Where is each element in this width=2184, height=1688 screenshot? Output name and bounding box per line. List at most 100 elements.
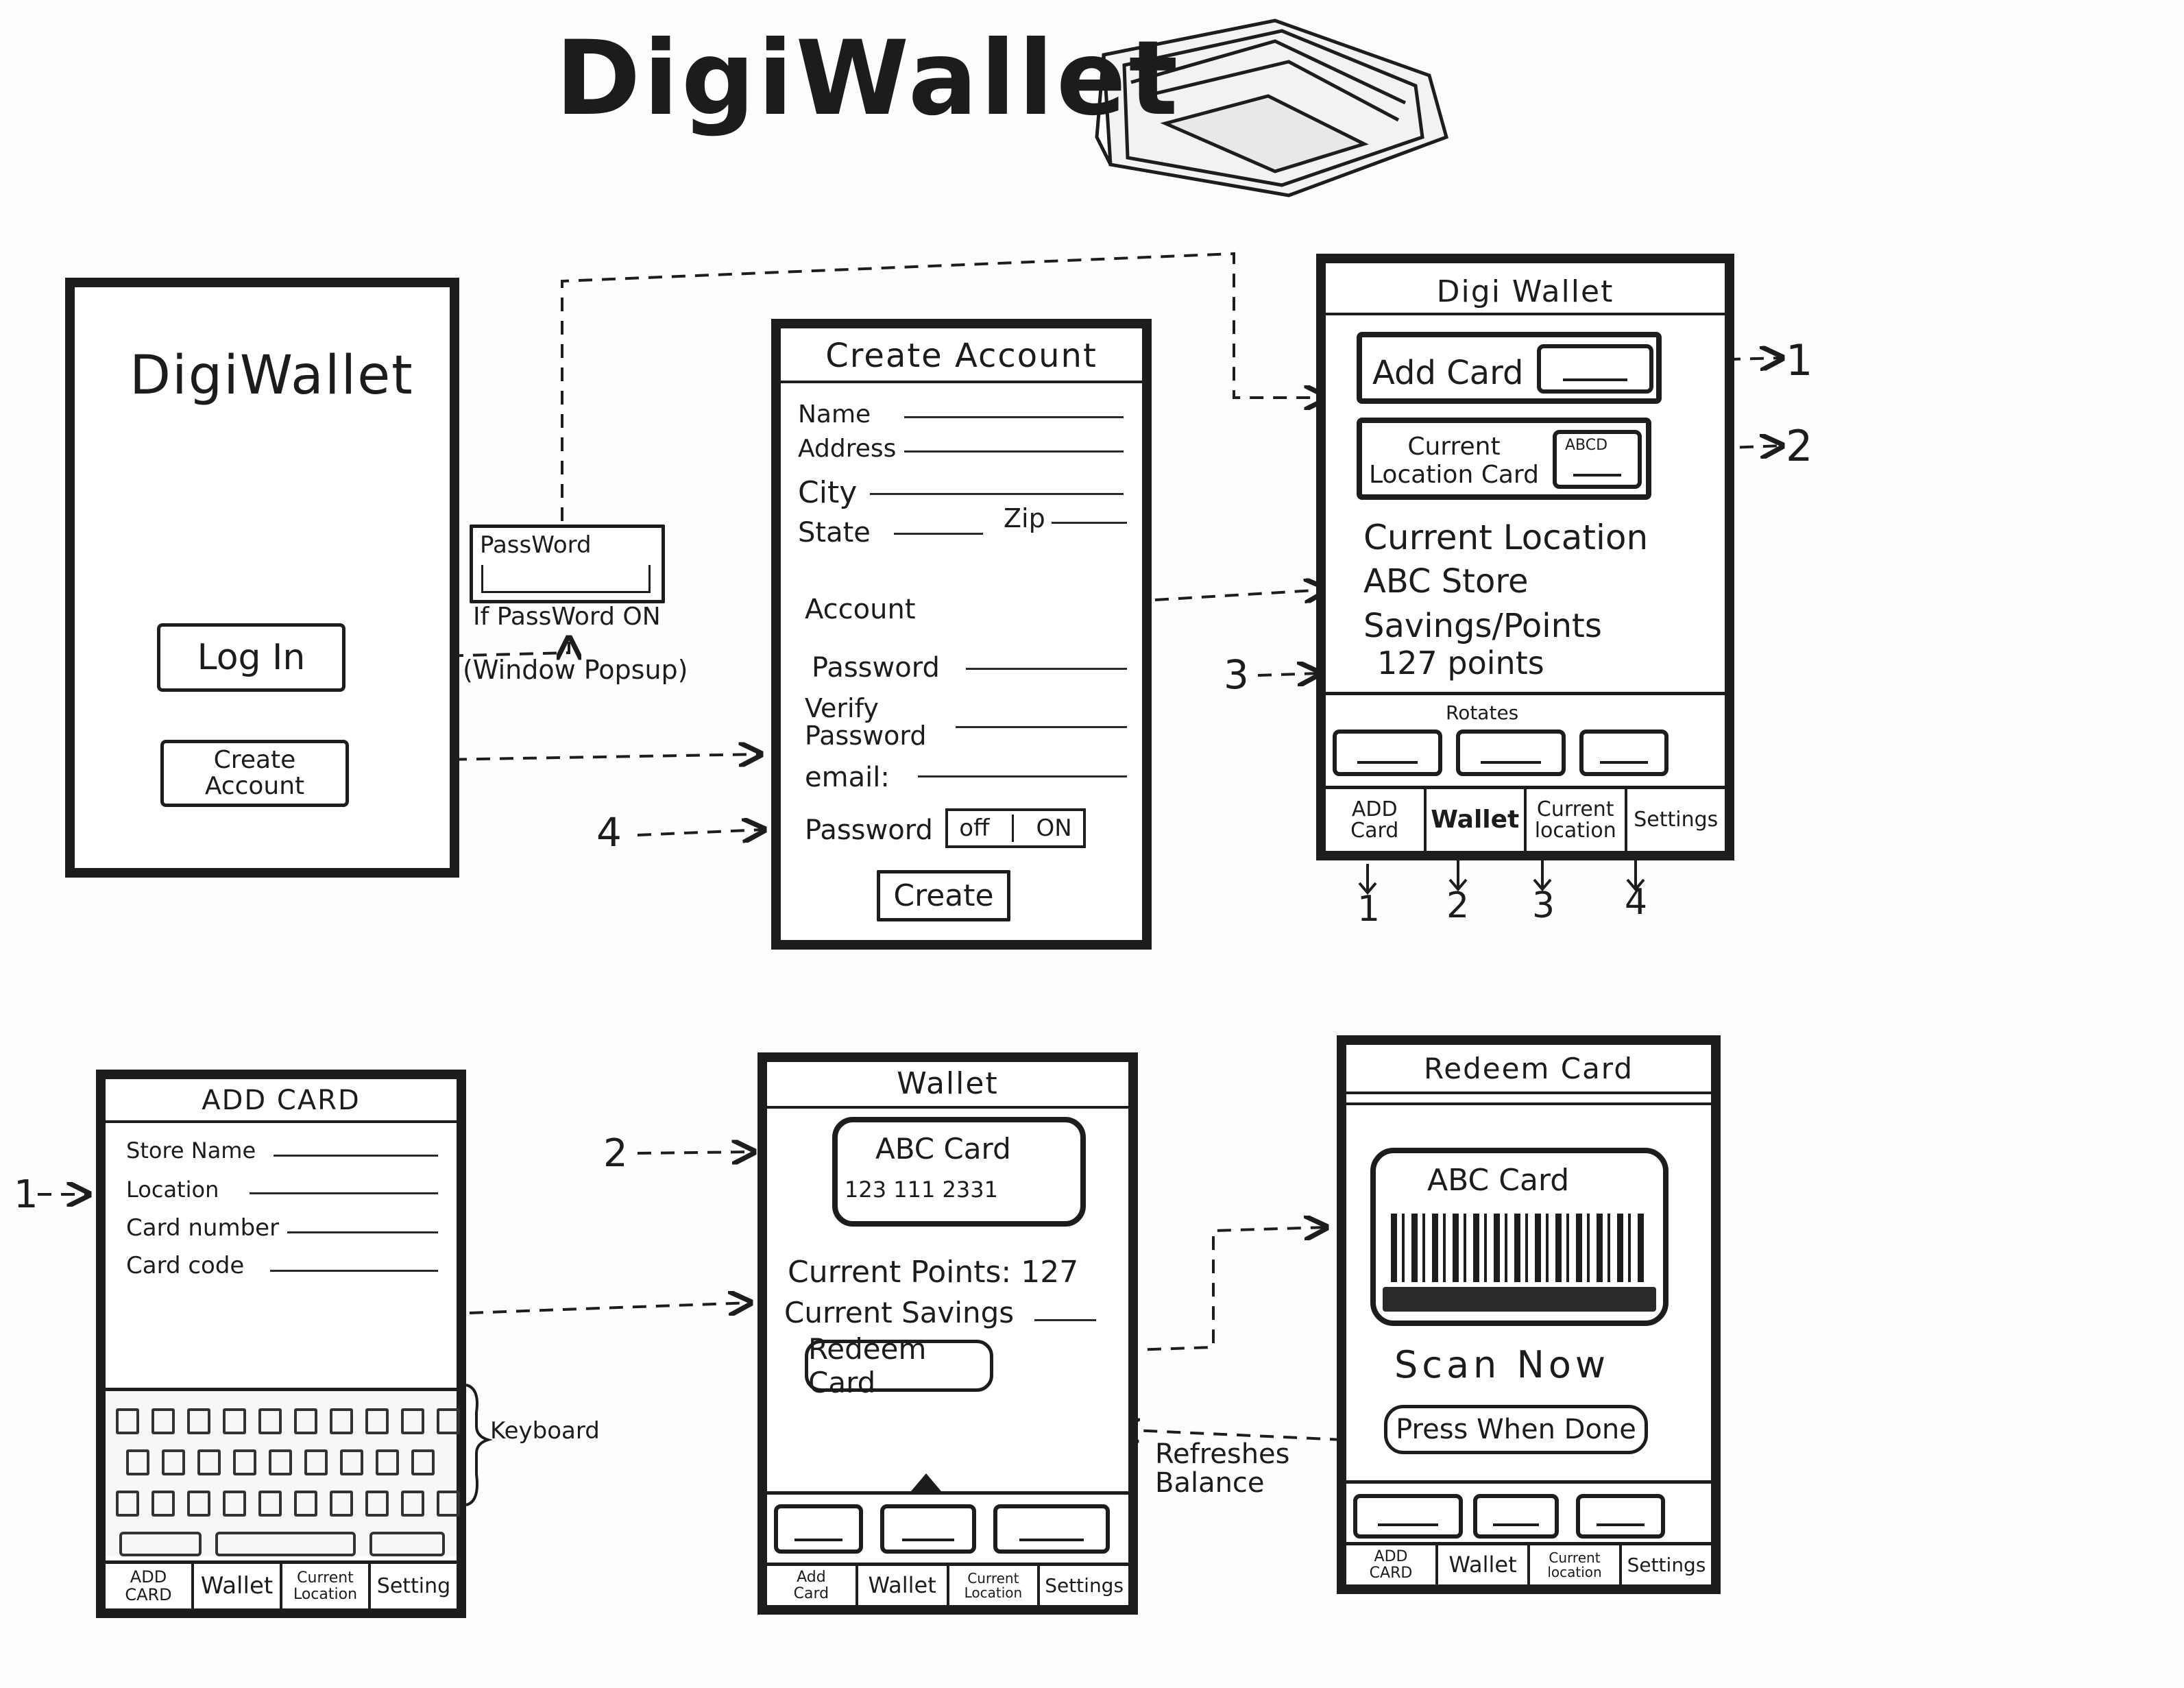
press-when-done-button[interactable]: Press When Done bbox=[1384, 1405, 1648, 1454]
password-popup-label: PassWord bbox=[480, 531, 592, 559]
current-points: Current Points: 127 bbox=[788, 1255, 1079, 1290]
email-field[interactable] bbox=[918, 775, 1127, 777]
verify-password-field[interactable] bbox=[956, 726, 1127, 728]
card-number-field[interactable] bbox=[287, 1231, 438, 1233]
toggle-on[interactable]: ON bbox=[1036, 815, 1072, 842]
keyboard-shift-key[interactable] bbox=[119, 1532, 202, 1556]
key[interactable] bbox=[340, 1449, 363, 1475]
key[interactable] bbox=[365, 1408, 389, 1434]
tab-wallet[interactable]: Wallet bbox=[858, 1566, 949, 1605]
key[interactable] bbox=[223, 1408, 246, 1434]
key[interactable] bbox=[187, 1408, 210, 1434]
location-card-thumb[interactable]: ABCD bbox=[1553, 430, 1642, 489]
password-toggle[interactable]: off ON bbox=[945, 808, 1086, 848]
key[interactable] bbox=[304, 1449, 328, 1475]
card-code-field[interactable] bbox=[270, 1270, 438, 1272]
redeem-card-slot-1[interactable] bbox=[1353, 1494, 1463, 1539]
key[interactable] bbox=[116, 1491, 139, 1517]
tab-current-location[interactable]: Current location bbox=[1530, 1545, 1622, 1584]
rotating-card-3[interactable] bbox=[1579, 730, 1669, 776]
key[interactable] bbox=[258, 1491, 282, 1517]
wallet-card-slot-2[interactable] bbox=[880, 1504, 976, 1554]
wallet-card-name: ABC Card bbox=[875, 1132, 1011, 1166]
create-account-button[interactable]: Create Account bbox=[160, 740, 349, 807]
state-field[interactable] bbox=[894, 533, 983, 535]
key[interactable] bbox=[330, 1491, 353, 1517]
name-field[interactable] bbox=[904, 416, 1124, 418]
city-field[interactable] bbox=[870, 493, 1124, 495]
key[interactable] bbox=[437, 1408, 460, 1434]
key[interactable] bbox=[294, 1408, 317, 1434]
account-heading: Account bbox=[805, 594, 916, 625]
wallet-card-slot-1[interactable] bbox=[774, 1504, 863, 1554]
home-tabbar: ADD Card Wallet Current location Setting… bbox=[1326, 786, 1725, 851]
key[interactable] bbox=[437, 1491, 460, 1517]
redeem-card-name: ABC Card bbox=[1427, 1163, 1570, 1198]
password-label: Password bbox=[812, 652, 940, 684]
current-location-heading: Current Location bbox=[1363, 518, 1649, 557]
tab-add-card[interactable]: ADD Card bbox=[1326, 789, 1427, 851]
toggle-off[interactable]: off bbox=[959, 815, 989, 842]
wallet-drawer-handle[interactable] bbox=[911, 1473, 941, 1491]
tab-wallet[interactable]: Wallet bbox=[1438, 1545, 1530, 1584]
keyboard-space-key[interactable] bbox=[215, 1532, 356, 1556]
redeem-card-slot-2[interactable] bbox=[1473, 1494, 1559, 1539]
address-field[interactable] bbox=[904, 450, 1124, 453]
location-field[interactable] bbox=[250, 1192, 438, 1194]
key[interactable] bbox=[330, 1408, 353, 1434]
create-account-title: Create Account bbox=[781, 337, 1142, 383]
key[interactable] bbox=[365, 1491, 389, 1517]
tab-setting[interactable]: Setting bbox=[371, 1564, 457, 1608]
key[interactable] bbox=[187, 1491, 210, 1517]
key[interactable] bbox=[376, 1449, 399, 1475]
key[interactable] bbox=[269, 1449, 292, 1475]
wallet-card-number: 123 111 2331 bbox=[845, 1177, 998, 1203]
keyboard-return-key[interactable] bbox=[369, 1532, 445, 1556]
redeem-card-slot-3[interactable] bbox=[1576, 1494, 1665, 1539]
wallet-card-slot-3[interactable] bbox=[993, 1504, 1110, 1554]
key[interactable] bbox=[294, 1491, 317, 1517]
tab-settings[interactable]: Settings bbox=[1627, 789, 1725, 851]
store-name-field[interactable] bbox=[274, 1155, 438, 1157]
wallet-card[interactable]: ABC Card 123 111 2331 bbox=[832, 1117, 1086, 1227]
keyboard[interactable] bbox=[106, 1388, 460, 1556]
add-card-thumb[interactable] bbox=[1537, 344, 1653, 394]
password-field[interactable] bbox=[966, 668, 1127, 670]
tab-add-card[interactable]: Add Card bbox=[767, 1566, 858, 1605]
add-card-screen: ADD CARD Store Name Location Card number… bbox=[96, 1070, 466, 1618]
key[interactable] bbox=[197, 1449, 221, 1475]
current-location-card-row[interactable]: Current Location Card ABCD bbox=[1357, 418, 1651, 500]
key[interactable] bbox=[233, 1449, 256, 1475]
key[interactable] bbox=[258, 1408, 282, 1434]
tab-current-location[interactable]: Current Location bbox=[949, 1566, 1041, 1605]
tab-add-card[interactable]: ADD CARD bbox=[1346, 1545, 1438, 1584]
password-popup-note-2: (Window Popsup) bbox=[463, 655, 688, 685]
home-annotation-2: 2 bbox=[1786, 421, 1813, 471]
create-button[interactable]: Create bbox=[877, 870, 1010, 921]
key[interactable] bbox=[126, 1449, 149, 1475]
login-button[interactable]: Log In bbox=[157, 623, 345, 692]
key[interactable] bbox=[151, 1408, 175, 1434]
tab-current-location[interactable]: Current location bbox=[1527, 789, 1627, 851]
zip-field[interactable] bbox=[1052, 522, 1127, 524]
tab-current-location[interactable]: Current Location bbox=[282, 1564, 371, 1608]
add-card-annotation-1: 1 bbox=[14, 1172, 38, 1217]
add-card-row[interactable]: Add Card bbox=[1357, 332, 1662, 404]
key[interactable] bbox=[401, 1491, 424, 1517]
tab-wallet[interactable]: Wallet bbox=[194, 1564, 282, 1608]
tab-settings[interactable]: Settings bbox=[1622, 1545, 1711, 1584]
redeem-card-button[interactable]: Redeem Card bbox=[805, 1332, 993, 1399]
rotating-card-2[interactable] bbox=[1456, 730, 1566, 776]
key[interactable] bbox=[223, 1491, 246, 1517]
tab-settings[interactable]: Settings bbox=[1040, 1566, 1128, 1605]
key[interactable] bbox=[401, 1408, 424, 1434]
key[interactable] bbox=[411, 1449, 435, 1475]
key[interactable] bbox=[162, 1449, 185, 1475]
points-value: 127 points bbox=[1377, 644, 1544, 682]
key[interactable] bbox=[151, 1491, 175, 1517]
key[interactable] bbox=[116, 1408, 139, 1434]
tab-wallet[interactable]: Wallet bbox=[1427, 789, 1527, 851]
tab-add-card[interactable]: ADD CARD bbox=[106, 1564, 194, 1608]
rotating-card-1[interactable] bbox=[1333, 730, 1442, 776]
password-popup-input[interactable] bbox=[481, 565, 651, 593]
